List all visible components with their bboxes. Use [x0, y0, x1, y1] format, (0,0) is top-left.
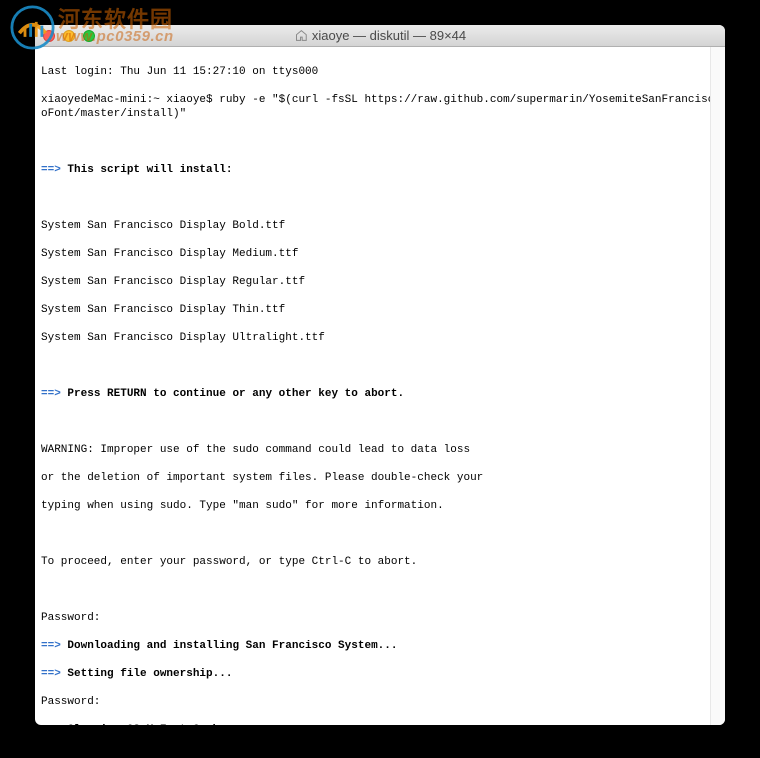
font-item: System San Francisco Display Ultralight.… [41, 331, 719, 345]
clearing-cache-heading: ==> Clearing OS X Font Cache... [41, 723, 719, 725]
warning-line: typing when using sudo. Type "man sudo" … [41, 499, 719, 513]
press-return-heading: ==> Press RETURN to continue or any othe… [41, 387, 719, 401]
ownership-heading: ==> Setting file ownership... [41, 667, 719, 681]
watermark-url-text: www.pc0359.cn [56, 28, 174, 45]
home-icon [294, 29, 308, 43]
font-item: System San Francisco Display Regular.ttf [41, 275, 719, 289]
window-title: xiaoye — diskutil — 89×44 [294, 28, 466, 43]
window-title-text: xiaoye — diskutil — 89×44 [312, 28, 466, 43]
scrollbar[interactable] [710, 47, 725, 725]
password-prompt: Password: [41, 611, 719, 625]
login-line: Last login: Thu Jun 11 15:27:10 on ttys0… [41, 65, 719, 79]
warning-line: or the deletion of important system file… [41, 471, 719, 485]
terminal-body[interactable]: Last login: Thu Jun 11 15:27:10 on ttys0… [35, 47, 725, 725]
proceed-line: To proceed, enter your password, or type… [41, 555, 719, 569]
password-prompt: Password: [41, 695, 719, 709]
font-item: System San Francisco Display Thin.ttf [41, 303, 719, 317]
watermark-logo [10, 5, 55, 50]
blank-line [41, 583, 719, 597]
install-heading: ==> This script will install: [41, 163, 719, 177]
prompt-line: xiaoyedeMac-mini:~ xiaoye$ ruby -e "$(cu… [41, 93, 719, 121]
font-item: System San Francisco Display Medium.ttf [41, 247, 719, 261]
blank-line [41, 135, 719, 149]
downloading-heading: ==> Downloading and installing San Franc… [41, 639, 719, 653]
font-item: System San Francisco Display Bold.ttf [41, 219, 719, 233]
blank-line [41, 415, 719, 429]
blank-line [41, 191, 719, 205]
blank-line [41, 527, 719, 541]
warning-line: WARNING: Improper use of the sudo comman… [41, 443, 719, 457]
blank-line [41, 359, 719, 373]
terminal-window: xiaoye — diskutil — 89×44 Last login: Th… [35, 25, 725, 725]
